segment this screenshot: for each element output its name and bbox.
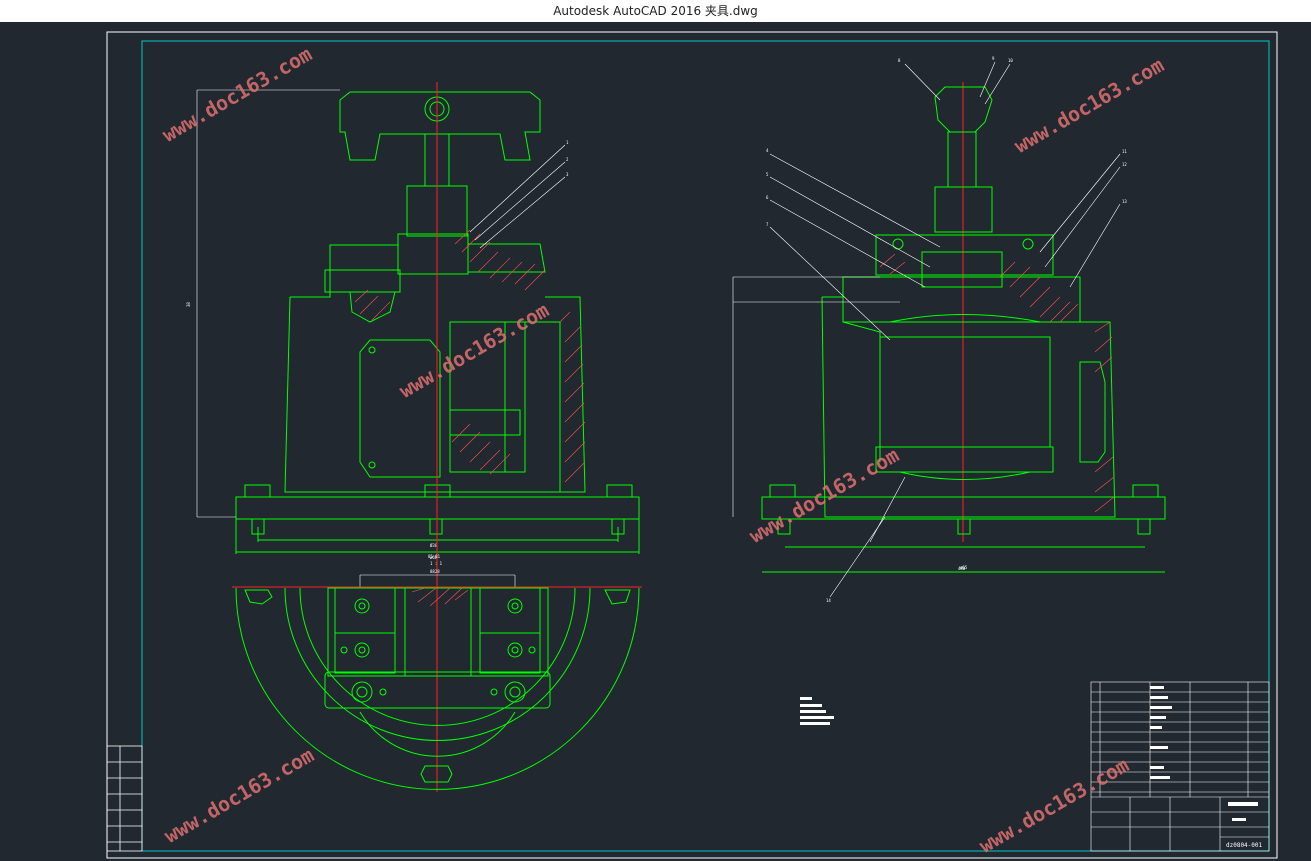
sheet-border <box>106 31 1278 859</box>
svg-text:2: 2 <box>566 157 569 162</box>
svg-text:4: 4 <box>766 148 769 153</box>
window-title: Autodesk AutoCAD 2016 夹具.dwg <box>553 4 758 18</box>
notes-block <box>800 697 834 725</box>
cad-drawing[interactable]: 1 2 3 38 Ø38 ø68 85-81 1 : 1 8828 4 5 6 … <box>0 22 1311 861</box>
svg-text:8: 8 <box>898 58 901 63</box>
svg-text:8828: 8828 <box>430 569 440 574</box>
side-hatch <box>879 253 1115 513</box>
svg-text:1: 1 <box>566 140 569 145</box>
svg-text:6: 6 <box>766 195 769 200</box>
svg-text:85-81: 85-81 <box>428 554 441 559</box>
drawing-number: dz0804-001 <box>1226 842 1263 849</box>
svg-text:38: 38 <box>186 302 191 307</box>
svg-text:7: 7 <box>766 222 769 227</box>
svg-text:9: 9 <box>992 56 995 61</box>
svg-text:10: 10 <box>1008 58 1013 63</box>
dim-side-width: 480 <box>958 566 966 571</box>
svg-text:12: 12 <box>1122 162 1127 167</box>
front-leaders <box>196 89 566 518</box>
title-block-fill <box>1150 686 1258 821</box>
drawing-canvas[interactable]: 1 2 3 38 Ø38 ø68 85-81 1 : 1 8828 4 5 6 … <box>0 22 1311 861</box>
plan-hatch <box>411 587 469 607</box>
svg-text:1 : 1: 1 : 1 <box>430 561 443 566</box>
title-bar: Autodesk AutoCAD 2016 夹具.dwg <box>0 0 1311 22</box>
svg-text:5: 5 <box>766 172 769 177</box>
svg-text:13: 13 <box>1122 199 1127 204</box>
svg-text:11: 11 <box>1122 149 1127 154</box>
svg-text:3: 3 <box>566 172 569 177</box>
svg-text:14: 14 <box>826 598 831 603</box>
revision-block <box>106 745 143 852</box>
